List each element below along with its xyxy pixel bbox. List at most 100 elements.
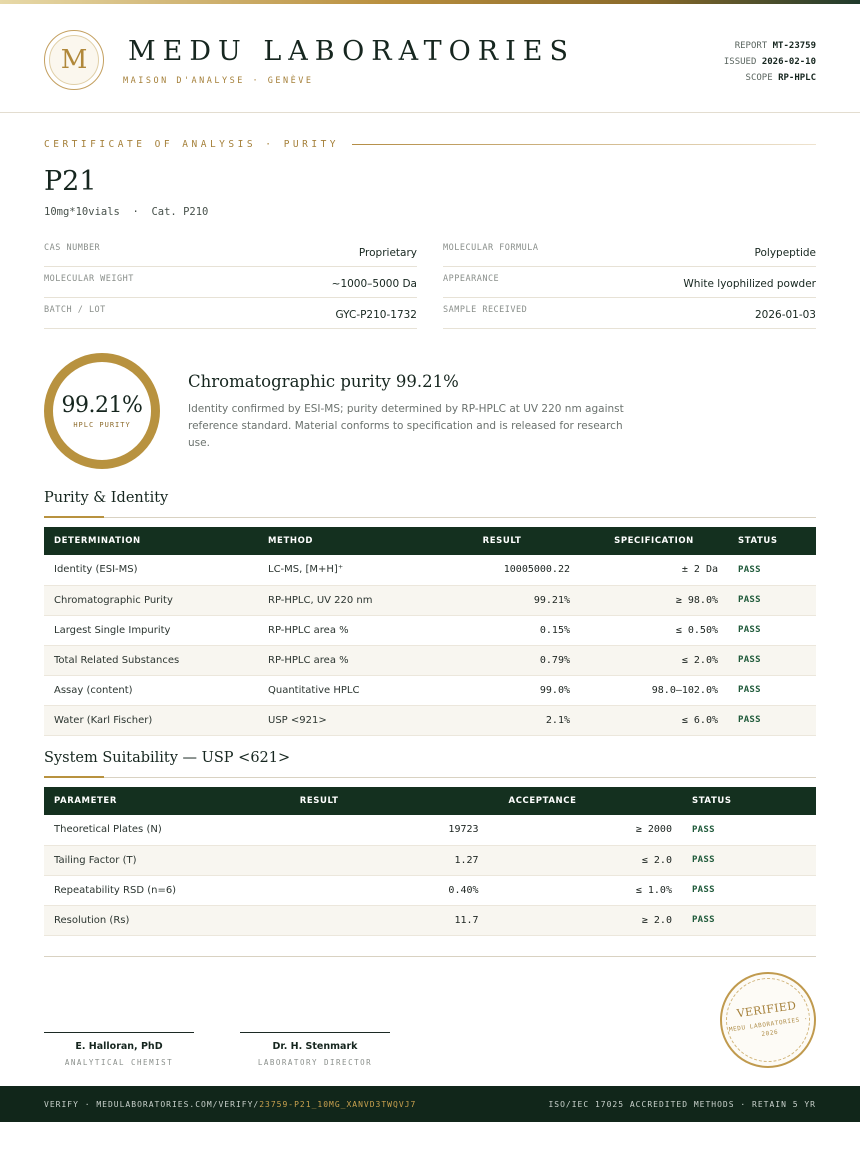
- verify-prefix: VERIFY · MEDULABORATORIES.COM/VERIFY/: [44, 1099, 260, 1109]
- logo-letter: M: [60, 45, 88, 75]
- info-value: White lyophilized powder: [683, 278, 816, 290]
- lab-logo: M: [44, 30, 104, 90]
- signature-analytical-chemist: E. Halloran, PhD ANALYTICAL CHEMIST: [44, 1032, 194, 1067]
- status-badge: PASS: [728, 675, 816, 706]
- parameter-cell: Theoretical Plates (N): [44, 815, 290, 846]
- column-header: RESULT: [289, 787, 489, 815]
- scope-line: SCOPE RP-HPLC: [724, 70, 816, 86]
- spec-cell: ≤ 6.0%: [580, 705, 728, 736]
- brand-name: MEDU LABORATORIES: [128, 36, 575, 67]
- column-header: METHOD: [258, 527, 424, 555]
- seal-inner: VERIFIED MEDU LABORATORIES · 2026: [720, 972, 816, 1068]
- info-value: ~1000–5000 Da: [331, 278, 417, 290]
- purity-identity-table: DETERMINATION METHOD RESULT SPECIFICATIO…: [44, 527, 816, 736]
- parameter-cell: Resolution (Rs): [44, 905, 290, 936]
- report-number: MT-23759: [772, 41, 816, 51]
- parameter-cell: Repeatability RSD (n=6): [44, 875, 290, 906]
- table-header-row: DETERMINATION METHOD RESULT SPECIFICATIO…: [44, 527, 816, 555]
- column-header: STATUS: [728, 527, 816, 555]
- issued-label: ISSUED: [723, 57, 757, 67]
- certificate-label: CERTIFICATE OF ANALYSIS · PURITY: [44, 139, 340, 150]
- purity-summary-text: Identity confirmed by ESI-MS; purity det…: [188, 403, 624, 449]
- status-badge: PASS: [681, 905, 816, 936]
- footer-rule: [44, 956, 816, 957]
- report-number-line: REPORT MT-23759: [724, 38, 816, 54]
- column-header: ACCEPTANCE: [488, 787, 682, 815]
- table-row: Tailing Factor (T) 1.27 ≤ 2.0 PASS: [44, 845, 816, 876]
- info-value: 2026-01-03: [754, 309, 816, 321]
- method-cell: RP-HPLC, UV 220 nm: [258, 585, 424, 616]
- product-info-grid: CAS NUMBER Proprietary MOLECULAR FORMULA…: [44, 236, 816, 329]
- column-header: SPECIFICATION: [580, 527, 728, 555]
- lab-logo-inner: M: [49, 35, 99, 85]
- section-rule: [44, 517, 816, 518]
- spec-cell: ≤ 0.50%: [580, 615, 728, 646]
- status-badge: PASS: [728, 705, 816, 736]
- issued-line: ISSUED 2026-02-10: [724, 54, 816, 70]
- determination-cell: Total Related Substances: [44, 645, 258, 676]
- section-accent: [44, 776, 104, 778]
- determination-cell: Identity (ESI-MS): [44, 555, 258, 586]
- section-title-suitability: System Suitability — USP <621>: [44, 750, 291, 766]
- info-value: Polypeptide: [754, 247, 816, 259]
- table-row: Total Related Substances RP-HPLC area % …: [44, 645, 816, 676]
- report-meta: REPORT MT-23759 ISSUED 2026-02-10 SCOPE …: [724, 38, 816, 86]
- result-cell: 99.21%: [424, 585, 580, 616]
- table-row: Chromatographic Purity RP-HPLC, UV 220 n…: [44, 585, 816, 616]
- result-cell: 2.1%: [424, 705, 580, 736]
- acceptance-cell: ≤ 2.0: [488, 845, 682, 876]
- info-key: CAS NUMBER: [44, 243, 101, 253]
- column-header: DETERMINATION: [44, 527, 258, 555]
- determination-cell: Assay (content): [44, 675, 258, 706]
- verified-seal-icon: VERIFIED MEDU LABORATORIES · 2026: [720, 972, 816, 1068]
- table-row: Identity (ESI-MS) LC-MS, [M+H]⁺ 10005000…: [44, 555, 816, 586]
- table-row: Largest Single Impurity RP-HPLC area % 0…: [44, 615, 816, 646]
- status-badge: PASS: [728, 555, 816, 586]
- signature-name: Dr. H. Stenmark: [272, 1041, 358, 1052]
- verify-link[interactable]: VERIFY · MEDULABORATORIES.COM/VERIFY/237…: [44, 1100, 416, 1109]
- info-key: BATCH / LOT: [44, 305, 106, 315]
- result-cell: 0.79%: [424, 645, 580, 676]
- result-cell: 0.15%: [424, 615, 580, 646]
- verification-footer: VERIFY · MEDULABORATORIES.COM/VERIFY/237…: [0, 1086, 860, 1122]
- purity-summary-title: Chromatographic purity 99.21%: [188, 372, 459, 391]
- verify-code: 23759-P21_10MG_XANVD3TWQVJ7: [259, 1099, 417, 1109]
- info-row-weight: MOLECULAR WEIGHT ~1000–5000 Da: [44, 267, 417, 298]
- result-cell: 10005000.22: [424, 555, 580, 586]
- info-key: APPEARANCE: [443, 274, 500, 284]
- result-cell: 11.7: [289, 905, 489, 936]
- result-cell: 19723: [289, 815, 489, 846]
- purity-ring-value: 99.21%: [61, 393, 143, 418]
- brand-subtitle: MAISON D'ANALYSE · GENÈVE: [123, 76, 314, 86]
- info-value: GYC-P210-1732: [335, 309, 417, 321]
- status-badge: PASS: [681, 845, 816, 876]
- signature-role: ANALYTICAL CHEMIST: [64, 1058, 174, 1067]
- method-cell: RP-HPLC area %: [258, 645, 424, 676]
- info-row-appearance: APPEARANCE White lyophilized powder: [443, 267, 816, 298]
- report-header: M MEDU LABORATORIES MAISON D'ANALYSE · G…: [0, 4, 860, 113]
- result-cell: 0.40%: [289, 875, 489, 906]
- determination-cell: Largest Single Impurity: [44, 615, 258, 646]
- table-row: Repeatability RSD (n=6) 0.40% ≤ 1.0% PAS…: [44, 875, 816, 906]
- result-cell: 99.0%: [424, 675, 580, 706]
- info-key: MOLECULAR FORMULA: [443, 243, 539, 253]
- signature-name: E. Halloran, PhD: [75, 1041, 163, 1052]
- system-suitability-table: PARAMETER RESULT ACCEPTANCE STATUS Theor…: [44, 787, 816, 936]
- report-label: REPORT: [734, 41, 768, 51]
- spec-cell: ± 2 Da: [580, 555, 728, 586]
- spec-cell: ≤ 2.0%: [580, 645, 728, 676]
- info-value: Proprietary: [358, 247, 417, 259]
- table-row: Assay (content) Quantitative HPLC 99.0% …: [44, 675, 816, 706]
- table-header-row: PARAMETER RESULT ACCEPTANCE STATUS: [44, 787, 816, 815]
- scope-label: SCOPE: [745, 73, 773, 83]
- section-accent: [44, 516, 104, 518]
- acceptance-cell: ≥ 2000: [488, 815, 682, 846]
- product-title: P21: [44, 166, 97, 197]
- table-row: Resolution (Rs) 11.7 ≥ 2.0 PASS: [44, 905, 816, 936]
- certificate-rule: [352, 144, 816, 145]
- method-cell: USP <921>: [258, 705, 424, 736]
- method-cell: LC-MS, [M+H]⁺: [258, 555, 424, 586]
- determination-cell: Water (Karl Fischer): [44, 705, 258, 736]
- section-rule: [44, 777, 816, 778]
- status-badge: PASS: [728, 645, 816, 676]
